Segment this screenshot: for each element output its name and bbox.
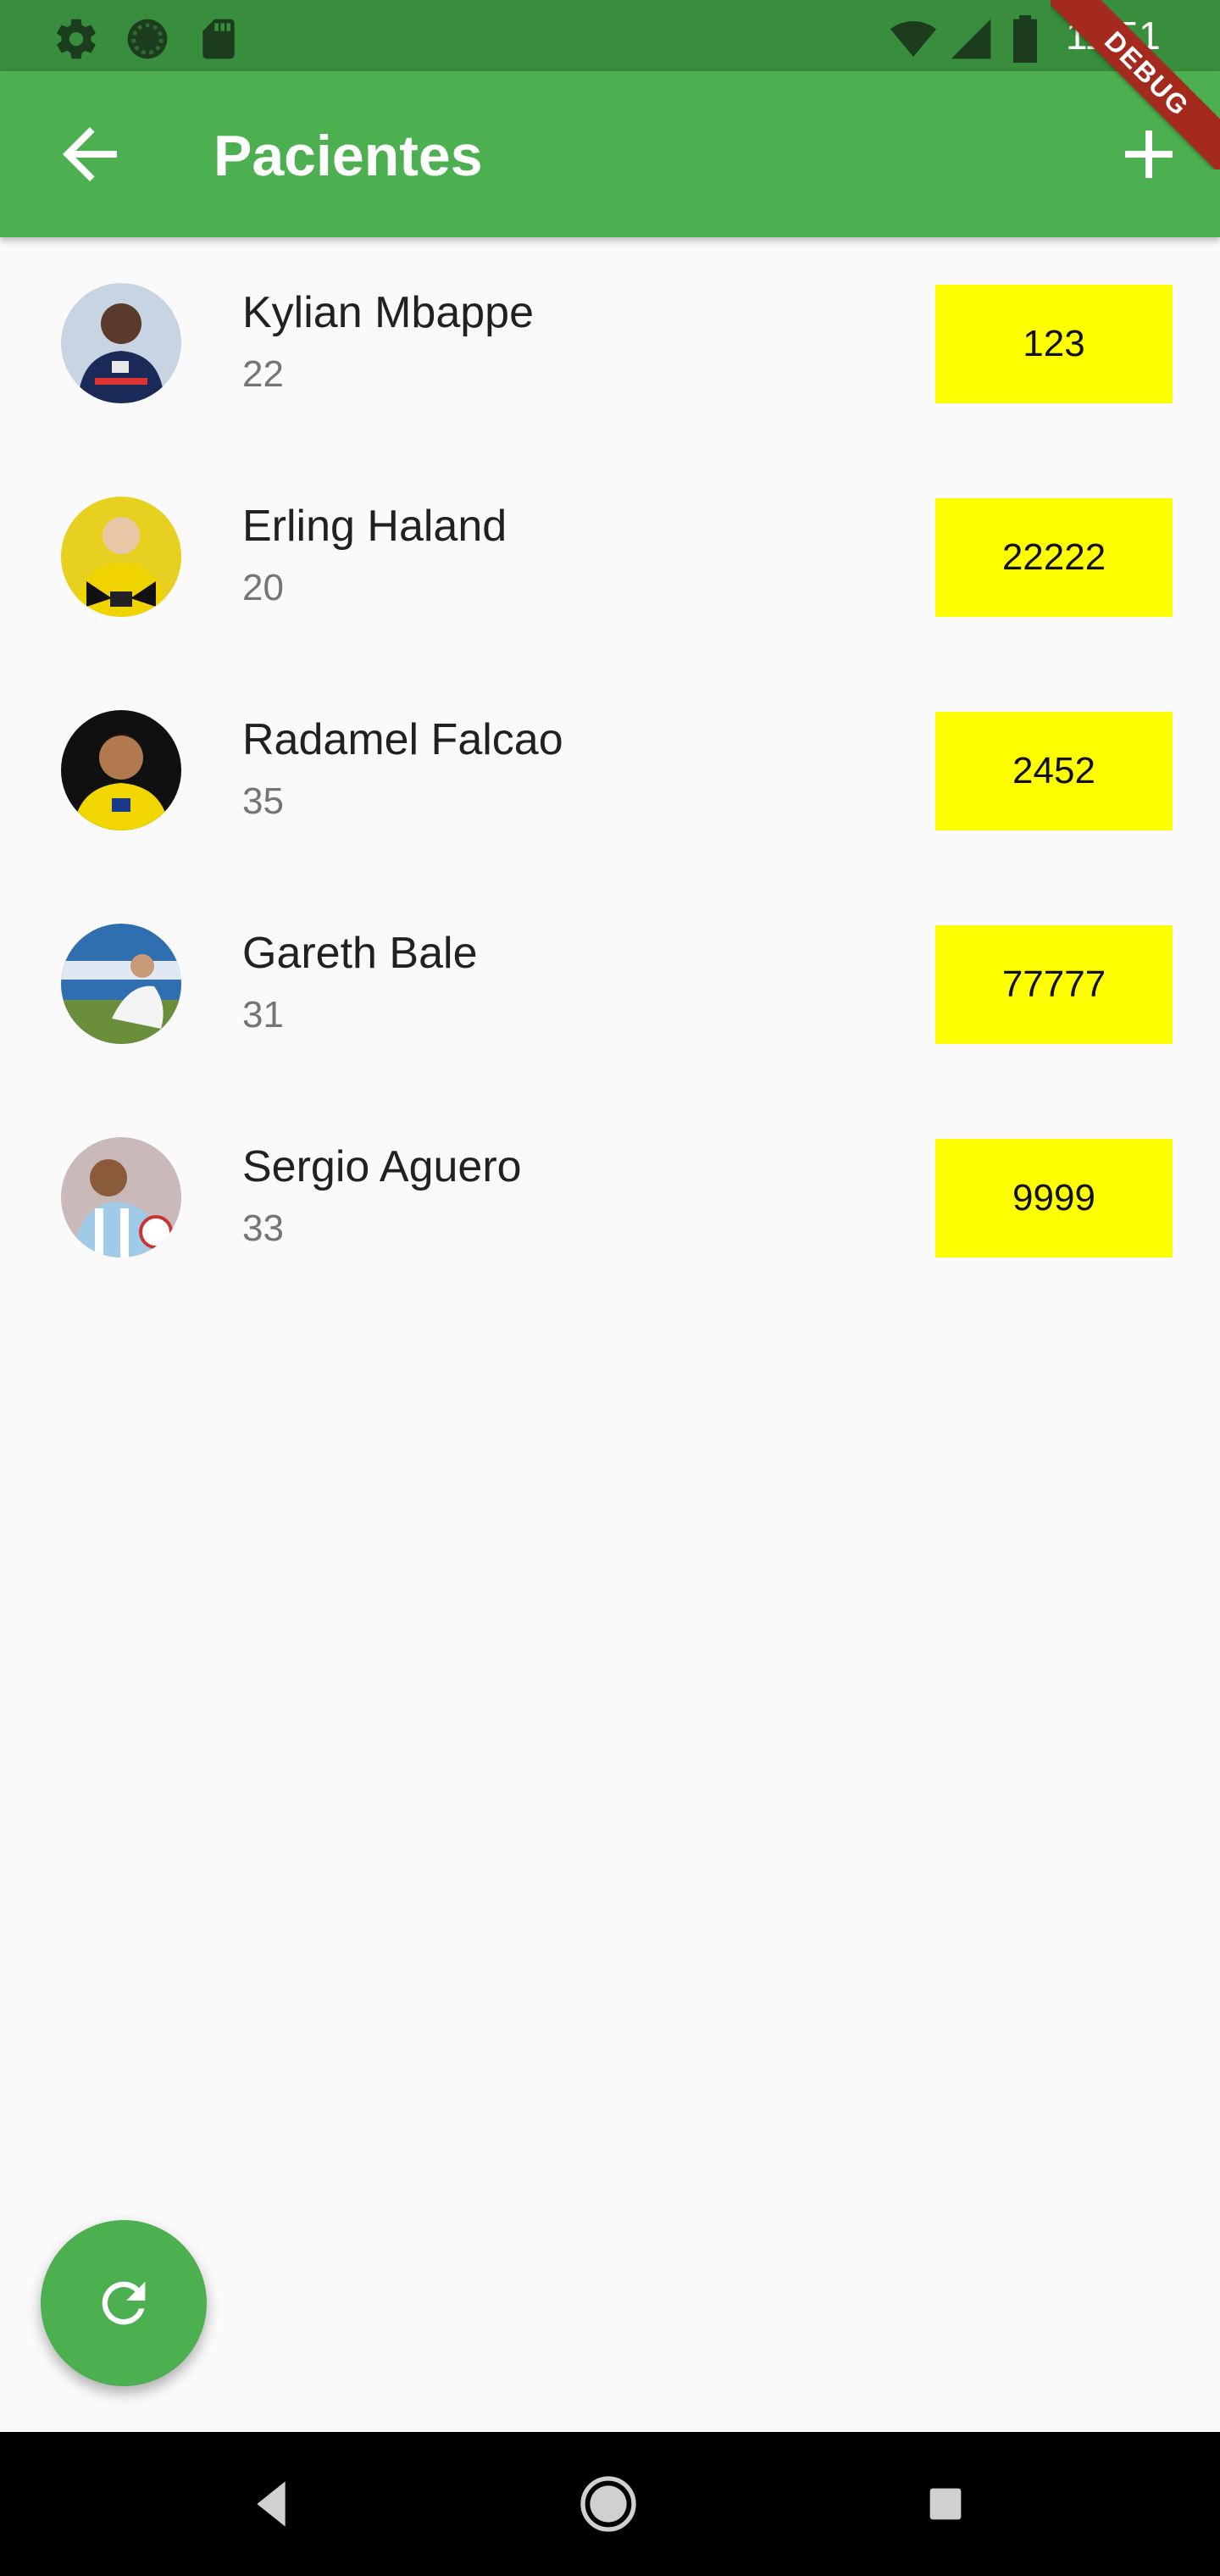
battery-icon xyxy=(1008,15,1042,67)
signal-icon xyxy=(947,15,995,67)
patient-age: 31 xyxy=(242,994,284,1035)
list-item[interactable]: Kylian Mbappe 22 123 xyxy=(0,237,1220,451)
sd-card-icon xyxy=(195,15,242,67)
avatar xyxy=(61,710,181,830)
system-nav-bar xyxy=(0,2432,1220,2576)
back-button[interactable] xyxy=(49,114,130,195)
patient-name: Erling Haland xyxy=(242,502,507,551)
refresh-icon xyxy=(102,2281,146,2325)
patient-age: 22 xyxy=(242,353,284,395)
patient-value: 77777 xyxy=(1001,963,1106,1005)
patient-value: 2452 xyxy=(1012,750,1095,791)
refresh-button[interactable] xyxy=(41,2220,207,2386)
list-item[interactable]: Erling Haland 20 22222 xyxy=(0,451,1220,664)
page-title: Pacientes xyxy=(214,124,483,188)
patient-value: 123 xyxy=(1023,323,1085,364)
wifi-icon xyxy=(888,15,939,67)
patient-age: 20 xyxy=(242,567,284,608)
patient-value-badge: 9999 xyxy=(935,1139,1173,1257)
nav-recents-icon xyxy=(929,2488,962,2520)
patient-name: Radamel Falcao xyxy=(242,715,563,764)
settings-icon xyxy=(53,15,100,67)
patient-age: 35 xyxy=(242,780,284,822)
nav-back-button[interactable] xyxy=(237,2470,305,2538)
app-bar: Pacientes xyxy=(0,71,1220,237)
patient-name: Sergio Aguero xyxy=(242,1142,522,1191)
list-item[interactable]: Gareth Bale 31 77777 xyxy=(0,878,1220,1091)
patient-value-badge: 77777 xyxy=(935,925,1173,1044)
list-item[interactable]: Radamel Falcao 35 2452 xyxy=(0,664,1220,878)
patient-value-badge: 22222 xyxy=(935,498,1173,617)
arrow-back-icon xyxy=(63,127,117,181)
loading-circle-icon xyxy=(124,15,171,67)
add-button[interactable] xyxy=(1108,114,1190,195)
avatar xyxy=(61,283,181,403)
avatar xyxy=(61,924,181,1044)
patient-value: 9999 xyxy=(1012,1177,1095,1219)
patient-name: Gareth Bale xyxy=(242,929,478,978)
avatar xyxy=(61,497,181,617)
nav-recents-button[interactable] xyxy=(912,2470,979,2538)
nav-back-icon xyxy=(257,2481,286,2527)
status-time: 11:51 xyxy=(1066,14,1161,58)
list-item[interactable]: Sergio Aguero 33 9999 xyxy=(0,1091,1220,1305)
add-icon xyxy=(1125,130,1173,178)
patient-value-badge: 2452 xyxy=(935,712,1173,830)
patient-value: 22222 xyxy=(1001,536,1106,578)
patient-age: 33 xyxy=(242,1208,284,1249)
patient-list: Kylian Mbappe 22 123 Erling Haland 20 22… xyxy=(0,237,1220,1305)
patient-value-badge: 123 xyxy=(935,285,1173,403)
nav-home-button[interactable] xyxy=(574,2470,642,2538)
avatar xyxy=(61,1137,181,1257)
status-bar: 11:51 xyxy=(0,0,1220,71)
nav-home-icon xyxy=(580,2476,636,2532)
patient-name: Kylian Mbappe xyxy=(242,288,534,337)
